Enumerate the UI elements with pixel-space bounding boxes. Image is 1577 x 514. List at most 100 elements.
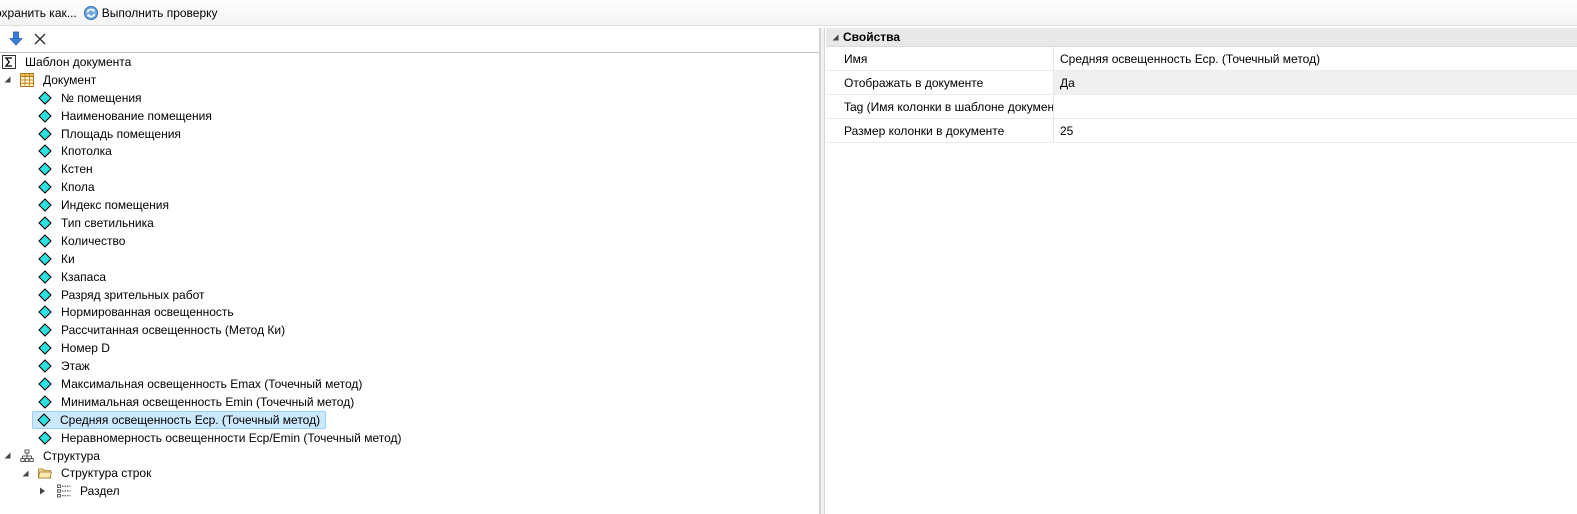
hierarchy-icon (20, 449, 34, 463)
property-value-input[interactable]: 25 (1054, 119, 1577, 142)
diamond-icon (38, 377, 52, 391)
tree-node-label: Шаблон документа (25, 54, 132, 69)
pane-splitter[interactable] (820, 28, 825, 514)
tree-node-column[interactable]: Нормированная освещенность (0, 303, 819, 321)
collapsed-triangle-icon[interactable] (38, 487, 46, 495)
tree-node-label: Индекс помещения (61, 198, 169, 213)
tree-node-label: Тип светильника (61, 215, 154, 230)
diamond-icon (38, 323, 52, 338)
property-row-name[interactable]: Имя Средняя освещенность Еср. (Точечный … (826, 47, 1577, 71)
diamond-icon (38, 359, 52, 373)
expanded-triangle-icon[interactable] (21, 469, 29, 477)
diamond-icon (38, 144, 52, 159)
property-category-label: Свойства (843, 30, 901, 44)
tree-node-column[interactable]: Этаж (0, 357, 819, 375)
diamond-icon (38, 216, 52, 230)
diamond-icon (37, 413, 51, 427)
tree-node-label: Минимальная освещенность Emin (Точечный … (61, 394, 355, 409)
property-value-input[interactable] (1054, 95, 1577, 118)
property-name: Размер колонки в документе (826, 119, 1054, 142)
tree-node-column[interactable]: № помещения (0, 89, 819, 107)
diamond-icon (38, 108, 52, 123)
tree-node-column[interactable]: Максимальная освещенность Emax (Точечный… (0, 375, 819, 393)
diamond-icon (38, 305, 52, 320)
diamond-icon (38, 162, 52, 176)
property-row-tag[interactable]: Tag (Имя колонки в шаблоне документа) (826, 95, 1577, 119)
tree-node-column[interactable]: Ки (0, 250, 819, 268)
tree-node-label: Структура строк (61, 466, 152, 481)
property-row-display[interactable]: Отображать в документе Да (826, 71, 1577, 95)
tree-node-label: Раздел (80, 484, 120, 499)
diamond-icon (38, 430, 52, 445)
property-value-select[interactable]: Да (1054, 71, 1577, 94)
tree-node-label: Кзапаса (61, 269, 107, 284)
main-toolbar: охранить как... Выполнить проверку (0, 0, 1577, 26)
close-icon (33, 32, 47, 49)
template-tree: Шаблон документа Документ № помещения На… (0, 53, 819, 500)
save-as-label: охранить как... (0, 5, 77, 20)
property-row-column-size[interactable]: Размер колонки в документе 25 (826, 119, 1577, 143)
tree-node-rows-structure[interactable]: Структура строк (0, 464, 819, 482)
folder-open-icon (38, 466, 53, 480)
tree-node-label: Ки (61, 251, 75, 266)
tree-node-column[interactable]: Кзапаса (0, 268, 819, 286)
tree-node-label: Кпотолка (61, 144, 112, 159)
diamond-icon (38, 341, 52, 355)
tree-node-column[interactable]: Индекс помещения (0, 196, 819, 214)
tree-node-column[interactable]: Номер D (0, 339, 819, 357)
tree-node-label: Нормированная освещенность (61, 305, 234, 320)
tree-node-column[interactable]: Тип светильника (0, 214, 819, 232)
tree-node-column[interactable]: Площадь помещения (0, 125, 819, 143)
diamond-icon (38, 269, 52, 284)
diamond-icon (38, 91, 52, 105)
delete-button[interactable] (30, 30, 50, 50)
tree-node-column[interactable]: Разряд зрительных работ (0, 286, 819, 304)
selection-highlight: Средняя освещенность Еср. (Точечный мето… (32, 410, 327, 429)
diamond-icon (38, 395, 52, 409)
list-icon (57, 484, 71, 498)
tree-node-label: Рассчитанная освещенность (Метод Ки) (61, 323, 286, 338)
diamond-icon (38, 252, 52, 266)
tree-node-label: Номер D (61, 341, 110, 356)
property-name: Отображать в документе (826, 71, 1054, 94)
collapse-triangle-icon[interactable] (829, 34, 841, 41)
tree-node-label: Разряд зрительных работ (61, 287, 205, 302)
tree-node-section[interactable]: Раздел (0, 482, 819, 500)
property-name: Tag (Имя колонки в шаблоне документа) (826, 95, 1054, 118)
tree-node-column[interactable]: Неравномерность освещенности Еср/Emin (Т… (0, 429, 819, 447)
tree-node-label: Площадь помещения (61, 126, 181, 141)
tree-node-column[interactable]: Количество (0, 232, 819, 250)
diamond-icon (38, 287, 52, 302)
tree-node-label: Этаж (61, 359, 90, 374)
expanded-triangle-icon[interactable] (3, 76, 11, 84)
diamond-icon (38, 198, 52, 212)
move-down-button[interactable] (6, 30, 26, 50)
sigma-icon (2, 54, 16, 69)
tree-node-label: Средняя освещенность Еср. (Точечный мето… (60, 412, 321, 427)
run-check-button[interactable]: Выполнить проверку (80, 2, 221, 24)
tree-toolbar (0, 28, 819, 53)
save-as-button[interactable]: охранить как... (0, 2, 80, 24)
tree-node-label: Максимальная освещенность Emax (Точечный… (61, 376, 363, 391)
tree-node-document[interactable]: Документ (0, 71, 819, 89)
tree-node-column[interactable]: Кстен (0, 160, 819, 178)
tree-node-label: Кпола (61, 180, 95, 195)
run-check-label: Выполнить проверку (101, 5, 218, 20)
tree-node-root[interactable]: Шаблон документа (0, 53, 819, 71)
template-tree-pane: Шаблон документа Документ № помещения На… (0, 28, 820, 514)
tree-node-column[interactable]: Рассчитанная освещенность (Метод Ки) (0, 321, 819, 339)
tree-node-column[interactable]: Минимальная освещенность Emin (Точечный … (0, 393, 819, 411)
expanded-triangle-icon[interactable] (3, 452, 11, 460)
tree-node-column[interactable]: Кпотолка (0, 142, 819, 160)
tree-node-label: Наименование помещения (61, 108, 212, 123)
tree-node-column-selected[interactable]: Средняя освещенность Еср. (Точечный мето… (0, 410, 819, 429)
refresh-check-icon (83, 5, 99, 21)
property-category[interactable]: Свойства (826, 28, 1577, 47)
property-value-input[interactable]: Средняя освещенность Еср. (Точечный мето… (1054, 47, 1577, 70)
tree-node-column[interactable]: Кпола (0, 178, 819, 196)
tree-node-column[interactable]: Наименование помещения (0, 107, 819, 125)
tree-node-label: Документ (43, 72, 97, 87)
property-grid: Свойства Имя Средняя освещенность Еср. (… (826, 28, 1577, 514)
tree-node-label: Структура (43, 448, 100, 463)
tree-node-structure[interactable]: Структура (0, 447, 819, 465)
